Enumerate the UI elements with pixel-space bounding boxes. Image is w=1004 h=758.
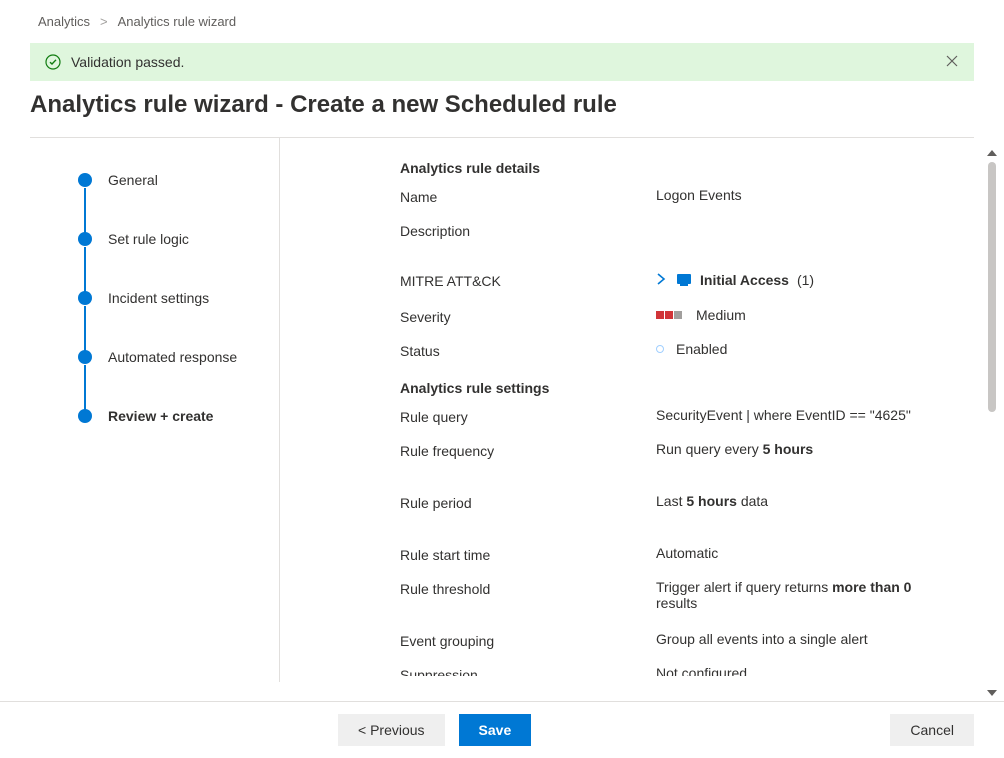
close-icon[interactable]: [945, 54, 959, 71]
field-value: Run query every 5 hours: [656, 441, 944, 457]
save-button[interactable]: Save: [459, 714, 532, 746]
field-name: Name Logon Events: [400, 186, 944, 220]
breadcrumb-item-analytics[interactable]: Analytics: [38, 14, 90, 29]
field-rule-start-time: Rule start time Automatic: [400, 544, 944, 578]
field-rule-frequency: Rule frequency Run query every 5 hours: [400, 440, 944, 492]
step-connector: [84, 306, 86, 351]
tactic-count: (1): [797, 272, 814, 288]
step-label: Incident settings: [108, 290, 209, 306]
field-label: Event grouping: [400, 631, 656, 649]
field-severity: Severity Medium: [400, 306, 944, 340]
step-general[interactable]: General: [78, 172, 269, 188]
status-text: Enabled: [676, 341, 727, 357]
field-label: Rule threshold: [400, 579, 656, 597]
step-connector: [84, 247, 86, 292]
field-label: Name: [400, 187, 656, 205]
step-dot-icon: [78, 291, 92, 305]
step-label: General: [108, 172, 158, 188]
field-event-grouping: Event grouping Group all events into a s…: [400, 630, 944, 664]
field-value: SecurityEvent | where EventID == "4625": [656, 407, 944, 423]
field-description: Description: [400, 220, 944, 254]
validation-message: Validation passed.: [71, 54, 184, 70]
chevron-right-icon[interactable]: [656, 272, 666, 288]
tactic-name: Initial Access: [700, 272, 789, 288]
footer-bar: < Previous Save Cancel: [0, 701, 1004, 758]
field-value: Medium: [656, 307, 944, 323]
page-title: Analytics rule wizard - Create a new Sch…: [0, 91, 1004, 137]
field-label: Rule frequency: [400, 441, 656, 459]
field-value: Last 5 hours data: [656, 493, 944, 509]
field-label: Rule start time: [400, 545, 656, 563]
field-label: Description: [400, 221, 656, 239]
field-suppression: Suppression Not configured: [400, 664, 944, 676]
validation-banner: Validation passed.: [30, 43, 974, 81]
stepper-pane: General Set rule logic Incident settings…: [30, 138, 280, 682]
field-value: Enabled: [656, 341, 944, 357]
field-rule-period: Rule period Last 5 hours data: [400, 492, 944, 544]
step-label: Review + create: [108, 408, 213, 424]
step-dot-icon: [78, 232, 92, 246]
field-label: Suppression: [400, 665, 656, 676]
section-heading-details: Analytics rule details: [400, 160, 944, 176]
step-connector: [84, 188, 86, 233]
step-review-create[interactable]: Review + create: [78, 408, 269, 424]
status-enabled-icon: [656, 345, 664, 353]
field-label: Severity: [400, 307, 656, 325]
step-label: Automated response: [108, 349, 237, 365]
main-content: General Set rule logic Incident settings…: [30, 138, 974, 682]
scrollbar[interactable]: [982, 150, 1002, 696]
step-incident-settings[interactable]: Incident settings: [78, 290, 269, 306]
previous-button[interactable]: < Previous: [338, 714, 445, 746]
chevron-right-icon: >: [100, 14, 108, 29]
scroll-down-icon[interactable]: [987, 690, 997, 696]
field-value: Logon Events: [656, 187, 944, 203]
section-heading-settings: Analytics rule settings: [400, 380, 944, 396]
breadcrumb: Analytics > Analytics rule wizard: [0, 0, 1004, 37]
step-automated-response[interactable]: Automated response: [78, 349, 269, 365]
check-circle-icon: [45, 54, 61, 70]
stepper: General Set rule logic Incident settings…: [78, 172, 269, 424]
field-label: MITRE ATT&CK: [400, 271, 656, 289]
field-mitre: MITRE ATT&CK Initial Access (1): [400, 254, 944, 306]
breadcrumb-item-wizard[interactable]: Analytics rule wizard: [118, 14, 237, 29]
field-rule-threshold: Rule threshold Trigger alert if query re…: [400, 578, 944, 630]
field-value: Not configured: [656, 665, 944, 676]
field-value: Automatic: [656, 545, 944, 561]
details-pane: Analytics rule details Name Logon Events…: [280, 138, 974, 676]
field-label: Status: [400, 341, 656, 359]
field-value: Trigger alert if query returns more than…: [656, 579, 944, 611]
field-value: Group all events into a single alert: [656, 631, 944, 647]
field-label: Rule query: [400, 407, 656, 425]
step-dot-icon: [78, 350, 92, 364]
scroll-up-icon[interactable]: [987, 150, 997, 156]
field-status: Status Enabled: [400, 340, 944, 374]
field-label: Rule period: [400, 493, 656, 511]
field-value: Initial Access (1): [656, 272, 944, 288]
step-dot-icon: [78, 409, 92, 423]
step-label: Set rule logic: [108, 231, 189, 247]
severity-text: Medium: [696, 307, 746, 323]
field-rule-query: Rule query SecurityEvent | where EventID…: [400, 406, 944, 440]
cancel-button[interactable]: Cancel: [890, 714, 974, 746]
tactic-icon: [676, 273, 692, 287]
scroll-thumb[interactable]: [988, 162, 996, 412]
step-set-rule-logic[interactable]: Set rule logic: [78, 231, 269, 247]
severity-indicator-icon: [656, 311, 682, 319]
step-connector: [84, 365, 86, 410]
step-dot-icon: [78, 173, 92, 187]
